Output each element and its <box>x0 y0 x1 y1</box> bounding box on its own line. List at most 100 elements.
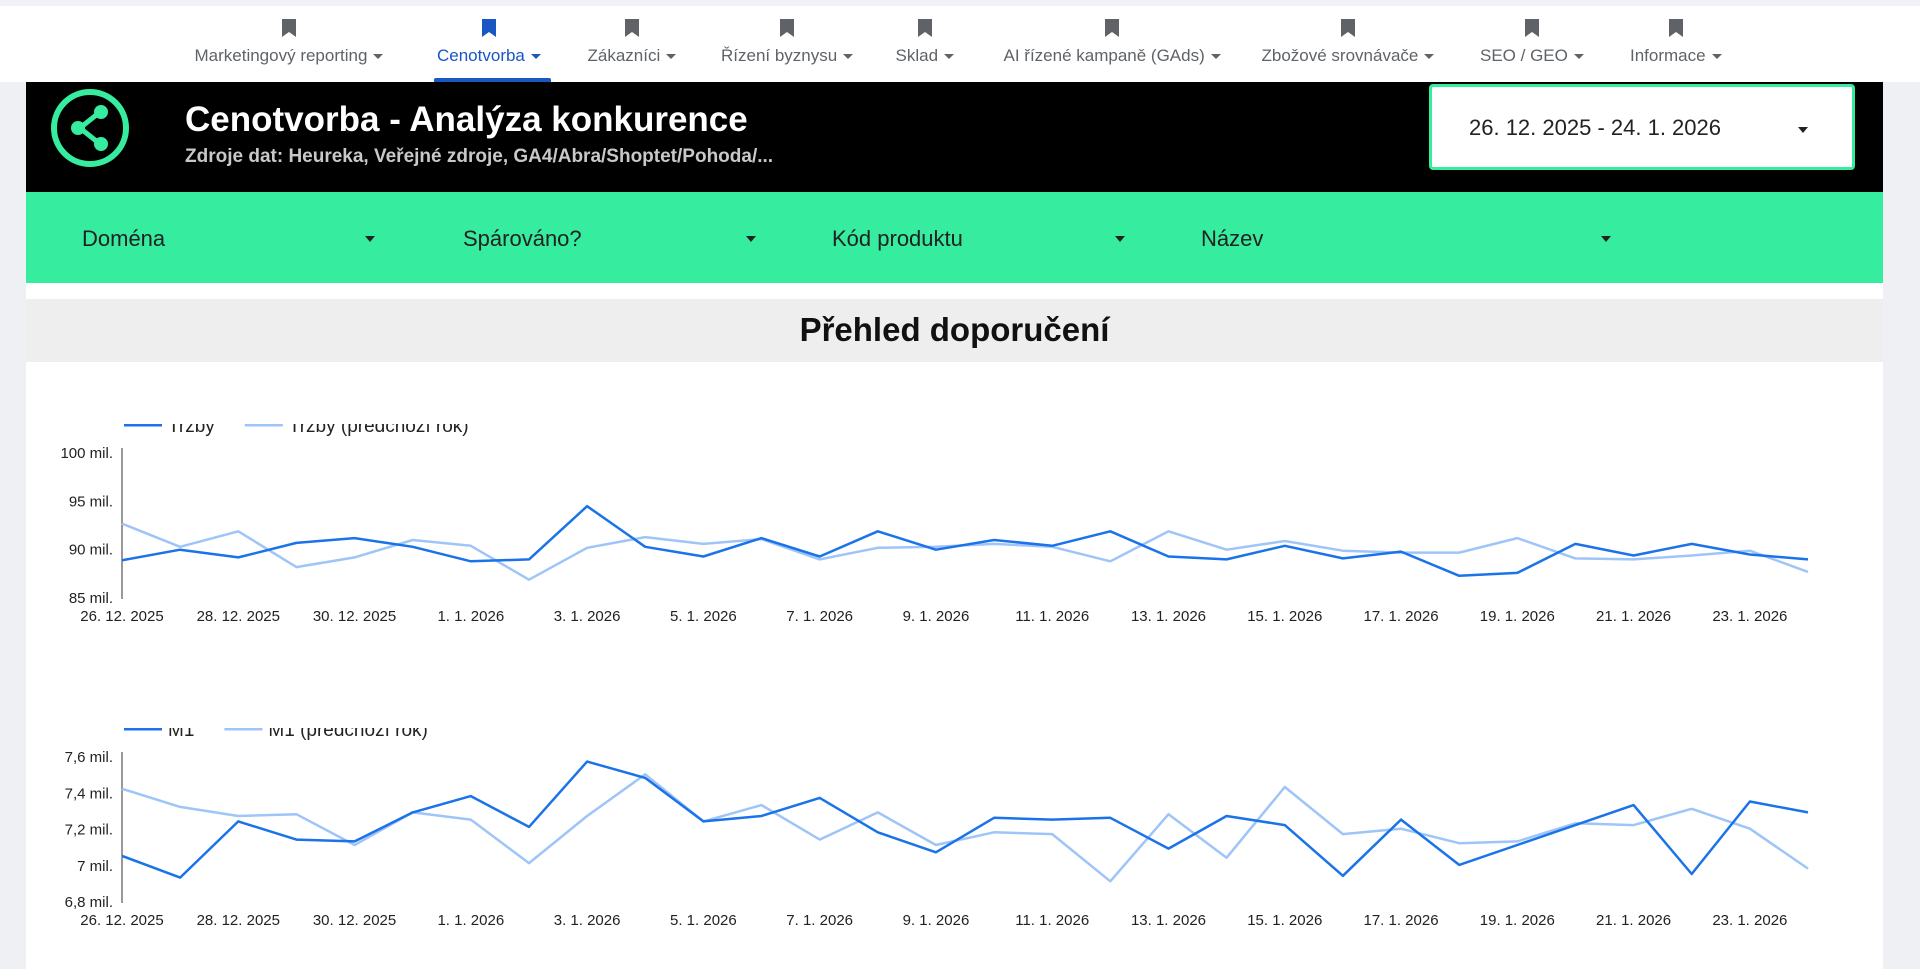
nav-tab-label: Sklad <box>895 46 939 65</box>
nav-tab-4[interactable]: Sklad <box>896 18 955 66</box>
x-tick-label: 9. 1. 2026 <box>903 608 970 625</box>
filter-label: Název <box>1201 226 1264 251</box>
filter-domena[interactable]: Doména <box>82 192 382 283</box>
x-tick-label: 23. 1. 2026 <box>1712 608 1787 625</box>
chevron-down-icon <box>1573 54 1584 60</box>
x-tick-label: 11. 1. 2026 <box>1015 912 1089 929</box>
x-tick-label: 28. 12. 2025 <box>197 608 280 625</box>
report-pages-nav: Marketingový reporting Cenotvorba Zákazníc… <box>0 6 1920 82</box>
top-navigation-bar: Marketingový reporting Cenotvorba Zákazníc… <box>0 0 1920 82</box>
report-page: Cenotvorba - Analýza konkurence Zdroje d… <box>26 82 1883 969</box>
bookmark-icon <box>917 19 932 37</box>
chevron-down-icon <box>365 236 375 242</box>
bookmark-icon <box>1524 19 1539 37</box>
legend-label: M1 <box>168 728 194 741</box>
nav-tab-0[interactable]: Marketingový reporting <box>195 18 384 66</box>
x-tick-label: 26. 12. 2025 <box>80 608 163 625</box>
report-header: Cenotvorba - Analýza konkurence Zdroje d… <box>26 82 1883 192</box>
filter-label: Doména <box>82 226 166 251</box>
chevron-down-icon <box>843 54 854 60</box>
x-tick-label: 1. 1. 2026 <box>437 912 504 929</box>
nav-tab-label: Zákazníci <box>587 46 661 65</box>
bookmark-icon <box>1668 19 1683 37</box>
legend-label: M1 (předchozí rok) <box>268 728 427 741</box>
x-tick-label: 17. 1. 2026 <box>1363 608 1438 625</box>
chevron-down-icon <box>373 54 384 60</box>
nav-tab-label: SEO / GEO <box>1480 46 1568 65</box>
x-tick-label: 13. 1. 2026 <box>1131 608 1206 625</box>
filter-kod-produktu[interactable]: Kód produktu <box>832 192 1132 283</box>
x-tick-label: 7. 1. 2026 <box>786 912 853 929</box>
bookmark-icon <box>1105 19 1120 37</box>
nav-tab-label: AI řízené kampaně (GAds) <box>1003 46 1205 65</box>
series-line <box>121 760 1809 879</box>
nav-tab-3[interactable]: Řízení byznysu <box>721 18 854 66</box>
nav-tab-label: Zbožové srovnávače <box>1261 46 1419 65</box>
filter-nazev[interactable]: Název <box>1201 192 1621 283</box>
chevron-down-icon <box>666 54 677 60</box>
series-line <box>121 522 1809 581</box>
x-tick-label: 15. 1. 2026 <box>1247 912 1322 929</box>
legend-label: Tržby <box>168 424 215 437</box>
nav-tab-8[interactable]: Informace <box>1630 18 1722 66</box>
share-icon <box>51 89 129 167</box>
chevron-down-icon <box>1711 54 1722 60</box>
y-tick-label: 90 mil. <box>69 542 113 559</box>
nav-tab-2[interactable]: Zákazníci <box>588 18 677 66</box>
x-tick-label: 21. 1. 2026 <box>1596 608 1671 625</box>
section-header: Přehled doporučení <box>26 299 1883 362</box>
nav-tab-5[interactable]: AI řízené kampaně (GAds) <box>1004 18 1221 66</box>
chevron-down-icon <box>746 236 756 242</box>
chevron-down-icon <box>1424 54 1435 60</box>
x-tick-label: 15. 1. 2026 <box>1247 608 1322 625</box>
page-subtitle: Zdroje dat: Heureka, Veřejné zdroje, GA4… <box>185 146 774 167</box>
filter-sparovano[interactable]: Spárováno? <box>463 192 763 283</box>
chevron-down-icon <box>1798 127 1808 133</box>
revenue-line-chart: Tržby Tržby (předchozí rok) 85 mil. 90 mil.… <box>60 424 1809 625</box>
x-tick-label: 5. 1. 2026 <box>670 912 737 929</box>
nav-tab-6[interactable]: Zbožové srovnávače <box>1262 18 1435 66</box>
y-tick-label: 6,8 mil. <box>65 894 113 911</box>
legend-item: M1 <box>124 728 194 741</box>
bookmark-icon <box>281 19 296 37</box>
chevron-down-icon <box>1210 54 1221 60</box>
filter-label: Spárováno? <box>463 226 582 251</box>
x-tick-label: 30. 12. 2025 <box>313 912 396 929</box>
y-tick-label: 85 mil. <box>69 590 113 607</box>
y-tick-label: 7 mil. <box>77 858 113 875</box>
x-tick-label: 19. 1. 2026 <box>1480 912 1555 929</box>
chevron-down-icon <box>1601 236 1611 242</box>
nav-tab-label: Řízení byznysu <box>721 46 838 65</box>
x-tick-label: 5. 1. 2026 <box>670 608 737 625</box>
legend-item: Tržby <box>124 424 215 437</box>
nav-tab-7[interactable]: SEO / GEO <box>1480 18 1584 66</box>
x-tick-label: 30. 12. 2025 <box>313 608 396 625</box>
bookmark-icon <box>780 19 795 37</box>
x-tick-label: 11. 1. 2026 <box>1015 608 1089 625</box>
legend-item: Tržby (předchozí rok) <box>244 424 469 437</box>
x-tick-label: 7. 1. 2026 <box>786 608 853 625</box>
x-tick-label: 21. 1. 2026 <box>1596 912 1671 929</box>
chevron-down-icon <box>1115 236 1125 242</box>
chevron-down-icon <box>530 54 541 60</box>
page-title: Cenotvorba - Analýza konkurence <box>185 100 748 139</box>
nav-tab-label: Cenotvorba <box>437 46 525 65</box>
date-range-picker[interactable]: 26. 12. 2025 - 24. 1. 2026 <box>1429 84 1855 170</box>
x-tick-label: 28. 12. 2025 <box>197 912 280 929</box>
x-tick-label: 26. 12. 2025 <box>80 912 163 929</box>
filter-bar: Doména Spárováno? Kód produktu Název <box>26 192 1883 283</box>
x-tick-label: 9. 1. 2026 <box>903 912 970 929</box>
legend-label: Tržby (předchozí rok) <box>289 424 469 437</box>
y-tick-label: 100 mil. <box>60 445 113 462</box>
y-tick-label: 7,2 mil. <box>65 822 113 839</box>
bookmark-icon <box>624 19 639 37</box>
x-tick-label: 3. 1. 2026 <box>554 608 621 625</box>
nav-tab-1[interactable]: Cenotvorba <box>437 18 541 66</box>
series-line <box>121 504 1809 578</box>
bookmark-icon <box>481 19 496 37</box>
nav-tab-label: Informace <box>1630 46 1706 65</box>
date-range-value: 26. 12. 2025 - 24. 1. 2026 <box>1469 115 1721 140</box>
x-tick-label: 19. 1. 2026 <box>1480 608 1555 625</box>
x-tick-label: 23. 1. 2026 <box>1712 912 1787 929</box>
divider <box>26 283 1883 299</box>
